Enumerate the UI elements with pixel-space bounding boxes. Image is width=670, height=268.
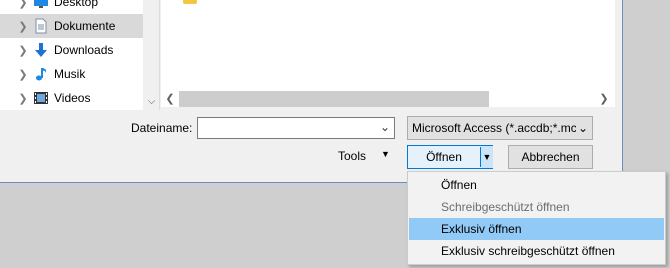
scrollbar-thumb[interactable] [179, 91, 489, 107]
nav-item-label: Downloads [54, 43, 114, 57]
open-split-button[interactable]: Öffnen ▼ [407, 145, 493, 169]
nav-item-label: Musik [54, 67, 86, 81]
scroll-down-icon[interactable]: ⌵ [143, 96, 159, 107]
nav-item-desktop[interactable]: ❯ Desktop [0, 0, 143, 14]
filetype-select[interactable]: Microsoft Access (*.accdb;*.mc ⌄ [407, 116, 593, 140]
horizontal-scrollbar[interactable]: ❮ ❯ [161, 91, 615, 107]
open-file-dialog: ❯ Desktop ❯ Dokumente ❯ Downloads ❯ Musi… [0, 0, 623, 183]
nav-scrollbar[interactable]: ⌵ [143, 0, 159, 110]
nav-item-label: Videos [54, 91, 91, 105]
music-icon [33, 66, 49, 82]
menu-item-open-exclusive[interactable]: Exklusiv öffnen [409, 218, 664, 240]
nav-item-downloads[interactable]: ❯ Downloads [0, 38, 143, 62]
tools-button[interactable]: Tools [338, 148, 366, 164]
cancel-button[interactable]: Abbrechen [508, 145, 593, 169]
open-dropdown-icon[interactable]: ▼ [481, 146, 493, 168]
tools-dropdown-icon[interactable]: ▼ [381, 149, 390, 159]
filetype-value: Microsoft Access (*.accdb;*.mc [412, 121, 577, 135]
chevron-right-icon[interactable]: ❯ [16, 92, 30, 105]
navigation-pane: ❯ Desktop ❯ Dokumente ❯ Downloads ❯ Musi… [0, 0, 160, 110]
scroll-left-icon[interactable]: ❮ [163, 92, 177, 105]
chevron-right-icon[interactable]: ❯ [16, 44, 30, 57]
documents-icon [33, 18, 49, 34]
videos-icon [33, 90, 49, 106]
filename-label: Dateiname: [131, 121, 193, 135]
chevron-down-icon[interactable]: ⌄ [576, 117, 590, 139]
open-button[interactable]: Öffnen [408, 146, 480, 168]
nav-item-videos[interactable]: ❯ Videos [0, 86, 143, 110]
file-list-pane[interactable] [161, 0, 615, 92]
chevron-down-icon[interactable]: ⌄ [378, 120, 392, 134]
nav-item-label: Dokumente [54, 19, 116, 33]
chevron-right-icon[interactable]: ❯ [16, 20, 30, 33]
scroll-right-icon[interactable]: ❯ [597, 92, 611, 105]
downloads-icon [33, 42, 49, 58]
menu-item-open[interactable]: Öffnen [409, 174, 664, 196]
menu-item-open-exclusive-readonly[interactable]: Exklusiv schreibgeschützt öffnen [409, 240, 664, 262]
chevron-right-icon[interactable]: ❯ [16, 0, 30, 9]
desktop-icon [33, 0, 49, 10]
chevron-right-icon[interactable]: ❯ [16, 68, 30, 81]
nav-item-dokumente[interactable]: ❯ Dokumente [0, 14, 143, 38]
menu-item-open-readonly: Schreibgeschützt öffnen [441, 200, 570, 214]
folder-icon[interactable] [183, 0, 197, 4]
filename-field[interactable]: ⌄ [197, 117, 395, 139]
nav-item-musik[interactable]: ❯ Musik [0, 62, 143, 86]
nav-item-label: Desktop [54, 0, 99, 9]
open-options-menu: Öffnen Schreibgeschützt öffnen Exklusiv … [407, 171, 666, 265]
